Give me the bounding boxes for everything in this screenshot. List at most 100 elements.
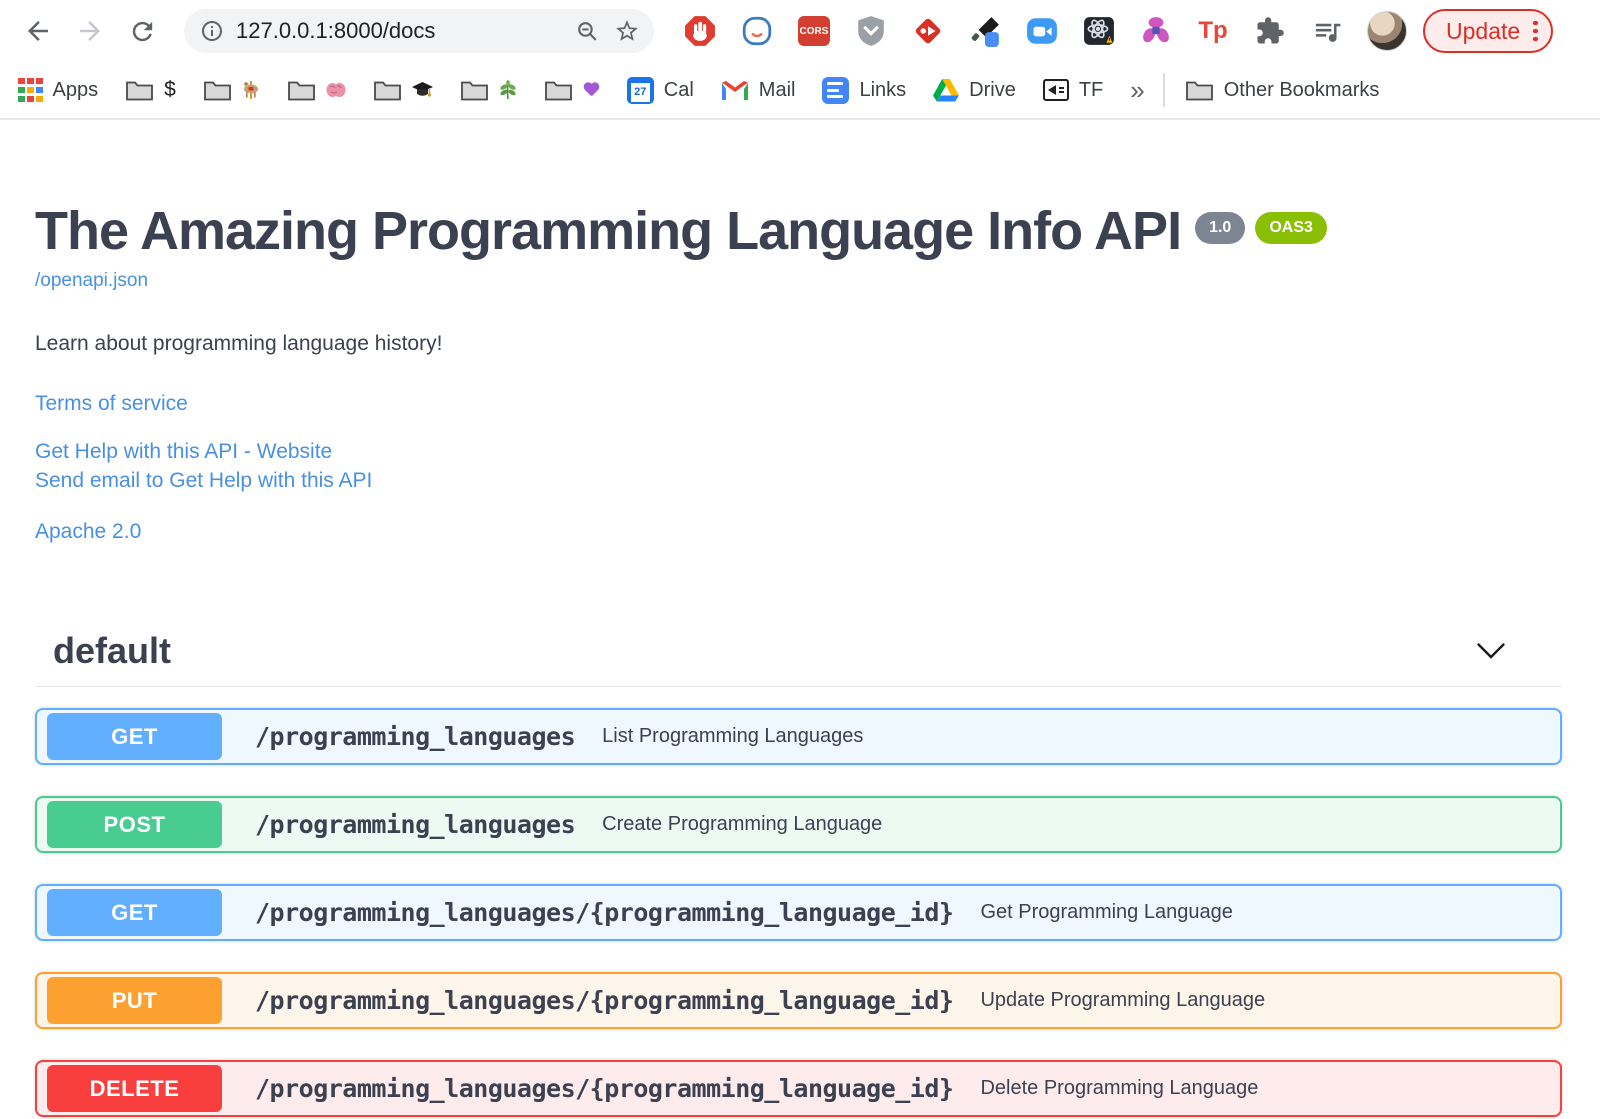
- method-badge: PUT: [47, 977, 222, 1025]
- url-text[interactable]: 127.0.0.1:8000/docs: [236, 18, 561, 44]
- folder-icon: [203, 81, 231, 100]
- bookmark-mail[interactable]: Mail: [721, 78, 796, 102]
- red-diamond-icon[interactable]: [912, 15, 944, 47]
- bookmark-folder-horse[interactable]: [203, 79, 260, 102]
- carousel-horse-emoji: [243, 81, 258, 99]
- folder-icon: [287, 81, 315, 100]
- operation-summary: List Programming Languages: [602, 725, 864, 748]
- other-bookmarks-label: Other Bookmarks: [1223, 78, 1380, 101]
- react-devtools-icon[interactable]: [1083, 15, 1115, 47]
- bookmarks-overflow-chevron[interactable]: »: [1130, 75, 1144, 106]
- page-info-icon[interactable]: [200, 19, 224, 43]
- bookmark-drive[interactable]: Drive: [933, 78, 1016, 102]
- calendar-day: 27: [630, 82, 650, 102]
- tp-label: Tp: [1198, 17, 1228, 44]
- zoom-out-icon[interactable]: [575, 19, 600, 44]
- operation-path: /programming_languages: [255, 722, 576, 752]
- bookmark-calendar[interactable]: 27 Cal: [626, 76, 694, 104]
- reload-button[interactable]: [120, 9, 164, 53]
- cors-label: CORS: [798, 16, 830, 46]
- tag-name: default: [53, 630, 172, 672]
- bookmark-tf[interactable]: TF: [1042, 78, 1104, 102]
- operation-path: /programming_languages/{programming_lang…: [255, 986, 954, 1016]
- operation-summary: Create Programming Language: [602, 813, 883, 836]
- extension-bar: CORS Tp: [684, 15, 1343, 47]
- folder-icon: [1185, 81, 1213, 100]
- gmail-icon: [721, 80, 748, 100]
- tf-doc-icon: [1042, 79, 1069, 101]
- apps-shortcut[interactable]: Apps: [18, 77, 99, 103]
- apps-label: Apps: [52, 78, 99, 101]
- tag-section-header[interactable]: default: [35, 630, 1562, 688]
- forward-arrow-icon: [80, 21, 100, 41]
- bookmarks-divider: [1162, 73, 1165, 107]
- operation-path: /programming_languages/{programming_lang…: [255, 898, 954, 928]
- drive-label: Drive: [969, 78, 1016, 101]
- version-badge: 1.0: [1195, 212, 1246, 244]
- openapi-spec-link[interactable]: /openapi.json: [35, 270, 148, 292]
- oas3-badge: OAS3: [1255, 212, 1327, 244]
- operation-path: /programming_languages/{programming_lang…: [255, 1074, 954, 1104]
- license-link[interactable]: Apache 2.0: [35, 518, 1562, 546]
- video-camera-zoom-icon[interactable]: [1026, 15, 1058, 47]
- cors-icon[interactable]: CORS: [798, 15, 830, 47]
- bookmark-folder-heart[interactable]: [544, 79, 600, 102]
- chevron-down-icon[interactable]: [1476, 642, 1506, 661]
- profile-avatar[interactable]: [1367, 11, 1407, 51]
- bookmark-folder-dollar[interactable]: $: [125, 78, 176, 102]
- stop-hand-adblock-icon[interactable]: [684, 15, 716, 47]
- folder-icon: [373, 81, 401, 100]
- address-bar[interactable]: 127.0.0.1:8000/docs: [184, 9, 654, 53]
- music-playlist-icon[interactable]: [1311, 15, 1343, 47]
- dollar-label: $: [164, 78, 176, 101]
- update-label: Update: [1446, 17, 1521, 44]
- shield-check-icon[interactable]: [855, 15, 887, 47]
- method-badge: GET: [47, 889, 222, 937]
- herb-emoji: [500, 80, 516, 100]
- tp-icon[interactable]: Tp: [1197, 15, 1229, 47]
- eyedropper-color-picker-icon[interactable]: [969, 15, 1001, 47]
- contact-website-link[interactable]: Get Help with this API - Website: [35, 438, 1562, 466]
- browser-menu-kebab-icon[interactable]: [1533, 20, 1538, 42]
- drive-icon: [933, 79, 960, 102]
- forward-button[interactable]: [68, 9, 112, 53]
- bookmark-folder-brain[interactable]: [287, 79, 346, 102]
- links-label: Links: [859, 78, 907, 101]
- api-description: Learn about programming language history…: [35, 332, 443, 356]
- pink-recycle-icon[interactable]: [1140, 15, 1172, 47]
- mail-label: Mail: [758, 78, 796, 101]
- folder-icon: [126, 81, 153, 100]
- operation-row-post-create[interactable]: POST /programming_languages Create Progr…: [35, 796, 1562, 854]
- reload-icon: [132, 21, 152, 41]
- operation-row-get-list[interactable]: GET /programming_languages List Programm…: [35, 708, 1562, 766]
- chat-smile-icon[interactable]: [741, 15, 773, 47]
- bookmark-folder-herb[interactable]: [460, 79, 517, 102]
- method-badge: POST: [47, 801, 222, 849]
- contact-email-link[interactable]: Send email to Get Help with this API: [35, 467, 1562, 495]
- calendar-icon: 27: [626, 76, 654, 104]
- operations-list: GET /programming_languages List Programm…: [35, 687, 1562, 1118]
- back-button[interactable]: [16, 9, 60, 53]
- operation-row-put-update[interactable]: PUT /programming_languages/{programming_…: [35, 972, 1562, 1030]
- operation-row-delete[interactable]: DELETE /programming_languages/{programmi…: [35, 1060, 1562, 1118]
- bookmark-star-icon[interactable]: [614, 18, 640, 44]
- swagger-ui-page: The Amazing Programming Language Info AP…: [0, 120, 1600, 1118]
- apps-grid-icon: [18, 77, 43, 103]
- back-arrow-icon: [28, 21, 48, 41]
- terms-of-service-link[interactable]: Terms of service: [35, 390, 1562, 418]
- operation-path: /programming_languages: [255, 810, 576, 840]
- other-bookmarks[interactable]: Other Bookmarks: [1185, 78, 1380, 102]
- calendar-label: Cal: [663, 78, 694, 101]
- update-button[interactable]: Update: [1423, 9, 1553, 53]
- title-badges: 1.0 OAS3: [1195, 212, 1327, 244]
- folder-icon: [460, 81, 488, 100]
- operation-summary: Get Programming Language: [980, 901, 1233, 924]
- operation-row-get-one[interactable]: GET /programming_languages/{programming_…: [35, 884, 1562, 942]
- folder-icon: [544, 81, 572, 100]
- tf-label: TF: [1078, 78, 1104, 101]
- bookmark-links[interactable]: Links: [822, 76, 907, 104]
- api-title-row: The Amazing Programming Language Info AP…: [35, 200, 1562, 262]
- bookmark-folder-graduation[interactable]: [373, 79, 433, 102]
- puzzle-extensions-icon[interactable]: [1254, 15, 1286, 47]
- graduation-cap-emoji: [411, 81, 433, 97]
